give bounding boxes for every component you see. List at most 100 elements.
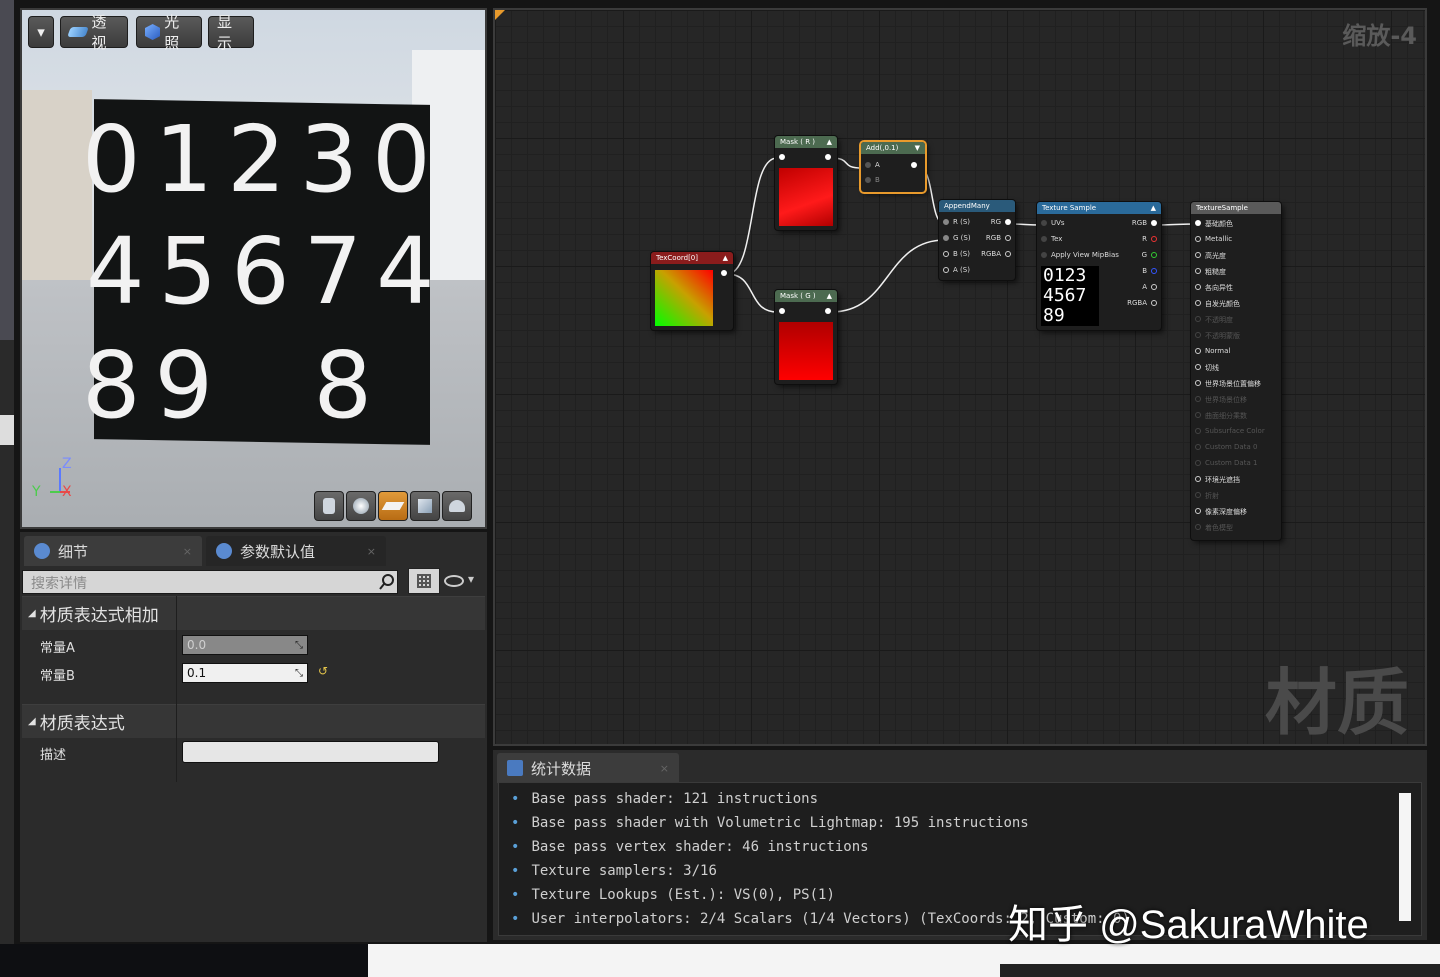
- input-pin[interactable]: [1195, 492, 1201, 498]
- pin-label: G: [1141, 251, 1147, 259]
- input-pin[interactable]: [1195, 524, 1201, 530]
- tab-close-icon[interactable]: ×: [367, 545, 376, 558]
- tab-close-icon[interactable]: ×: [183, 545, 192, 558]
- material-preview-viewport[interactable]: 01230 45674 89 8 ▾ 透视 光照 显示 Z Y X: [20, 8, 487, 529]
- pin-label: 自发光颜色: [1205, 300, 1240, 308]
- node-texture-sample[interactable]: Texture Sample ▲ UVs Tex Apply View MipBias…: [1037, 202, 1161, 330]
- reset-to-default-icon[interactable]: ↺: [318, 664, 328, 678]
- output-pin[interactable]: [1151, 220, 1157, 226]
- node-mask-g[interactable]: Mask ( G ) ▲: [775, 290, 837, 384]
- collapse-arrow-icon[interactable]: ▲: [1151, 204, 1156, 212]
- input-pin[interactable]: [1195, 380, 1201, 386]
- tab-parameter-defaults[interactable]: 参数默认值 ×: [206, 536, 386, 566]
- search-icon[interactable]: [377, 572, 397, 592]
- input-pin[interactable]: [1195, 364, 1201, 370]
- node-material-result[interactable]: TextureSample 基础颜色 Metallic 高光度 粗糙度 各向异性 自发光颜…: [1191, 202, 1281, 540]
- pin-label: 环境光遮挡: [1205, 476, 1240, 484]
- input-pin[interactable]: [1195, 428, 1201, 434]
- output-pin[interactable]: [1151, 252, 1157, 258]
- node-texcoord[interactable]: TexCoord[0] ▲: [651, 252, 733, 330]
- pin-label: 各向异性: [1205, 284, 1233, 292]
- input-pin[interactable]: [943, 251, 949, 257]
- output-pin[interactable]: [825, 154, 831, 160]
- input-pin-b[interactable]: [865, 177, 871, 183]
- output-pin[interactable]: [1151, 236, 1157, 242]
- taskbar-left: [0, 944, 368, 977]
- show-button[interactable]: 显示: [208, 13, 254, 52]
- node-append-many[interactable]: AppendMany R (S) G (S) B (S) A (S) RG RGB RGBA: [939, 200, 1015, 280]
- visibility-options-button[interactable]: ▾: [444, 570, 484, 594]
- grid-view-button[interactable]: [408, 568, 440, 594]
- input-pin[interactable]: [1195, 332, 1201, 338]
- node-mask-r[interactable]: Mask ( R ) ▲: [775, 136, 837, 230]
- pin-label: 世界场景位置偏移: [1205, 380, 1261, 388]
- input-pin[interactable]: [943, 219, 949, 225]
- input-pin[interactable]: [1195, 396, 1201, 402]
- output-pin[interactable]: [1005, 235, 1011, 241]
- preview-mesh-button[interactable]: [442, 491, 472, 521]
- output-pin[interactable]: [721, 270, 727, 276]
- input-pin[interactable]: [943, 267, 949, 273]
- input-pin-a[interactable]: [865, 162, 871, 168]
- output-pin[interactable]: [825, 308, 831, 314]
- preview-cube-button[interactable]: [410, 491, 440, 521]
- output-pin[interactable]: [1005, 251, 1011, 257]
- input-pin[interactable]: [1195, 300, 1201, 306]
- input-pin[interactable]: [1041, 252, 1047, 258]
- output-pin[interactable]: [1151, 268, 1157, 274]
- stats-scrollbar[interactable]: [1399, 793, 1411, 921]
- preview-sphere-button[interactable]: [346, 491, 376, 521]
- node-header: TextureSample: [1191, 202, 1281, 214]
- input-pin[interactable]: [1195, 252, 1201, 258]
- node-header: Texture Sample ▲: [1037, 202, 1161, 214]
- input-pin[interactable]: [1195, 316, 1201, 322]
- input-pin[interactable]: [1195, 284, 1201, 290]
- input-pin[interactable]: [1195, 236, 1201, 242]
- const-b-field[interactable]: 0.1 ⤡: [182, 663, 308, 683]
- input-pin[interactable]: [779, 308, 785, 314]
- output-pin[interactable]: [1151, 284, 1157, 290]
- input-pin[interactable]: [1195, 476, 1201, 482]
- node-header: TexCoord[0] ▲: [651, 252, 733, 264]
- collapse-arrow-icon[interactable]: ▲: [723, 254, 728, 262]
- left-edge-strip: [0, 0, 14, 977]
- const-a-field[interactable]: 0.0 ⤡: [182, 635, 308, 655]
- node-add[interactable]: Add(,0.1) ▼ A B: [861, 142, 925, 192]
- description-field[interactable]: [182, 741, 439, 763]
- section-material-expression[interactable]: ◢ 材质表达式: [22, 704, 485, 738]
- input-pin[interactable]: [1041, 236, 1047, 242]
- output-pin[interactable]: [1151, 300, 1157, 306]
- collapse-arrow-icon[interactable]: ▲: [827, 292, 832, 300]
- preview-cylinder-button[interactable]: [314, 491, 344, 521]
- viewport-menu-button[interactable]: ▾: [28, 16, 54, 48]
- lit-button[interactable]: 光照: [136, 13, 202, 52]
- node-title: TexCoord[0]: [656, 254, 698, 262]
- const-a-label: 常量A: [40, 641, 75, 656]
- show-label: 显示: [217, 13, 233, 52]
- input-pin[interactable]: [1195, 348, 1201, 354]
- section-material-expression-add[interactable]: ◢ 材质表达式相加: [22, 596, 485, 630]
- plane-icon: [381, 502, 405, 510]
- input-pin[interactable]: [779, 154, 785, 160]
- input-pin[interactable]: [943, 235, 949, 241]
- tab-details[interactable]: 细节 ×: [24, 536, 202, 566]
- collapse-arrow-icon[interactable]: ▼: [915, 144, 920, 152]
- output-pin[interactable]: [1005, 219, 1011, 225]
- tab-stats[interactable]: 统计数据 ×: [497, 753, 679, 783]
- input-pin[interactable]: [1195, 268, 1201, 274]
- pin-label: B (S): [953, 250, 970, 258]
- collapse-arrow-icon[interactable]: ▲: [827, 138, 832, 146]
- input-pin[interactable]: [1195, 460, 1201, 466]
- tab-close-icon[interactable]: ×: [660, 762, 669, 775]
- output-pin[interactable]: [911, 162, 917, 168]
- details-search-input[interactable]: 搜索详情: [22, 570, 398, 594]
- input-pin[interactable]: [1195, 508, 1201, 514]
- pin-label: Custom Data 0: [1205, 443, 1258, 451]
- preview-plane-button[interactable]: [378, 491, 408, 521]
- material-graph-canvas[interactable]: 缩放-4 材质 TexCoord[0] ▲ Mask ( R ) ▲ Mask ( …: [493, 8, 1427, 746]
- input-pin[interactable]: [1195, 444, 1201, 450]
- perspective-button[interactable]: 透视: [60, 13, 128, 52]
- input-pin[interactable]: [1195, 412, 1201, 418]
- input-pin[interactable]: [1195, 220, 1201, 226]
- input-pin[interactable]: [1041, 220, 1047, 226]
